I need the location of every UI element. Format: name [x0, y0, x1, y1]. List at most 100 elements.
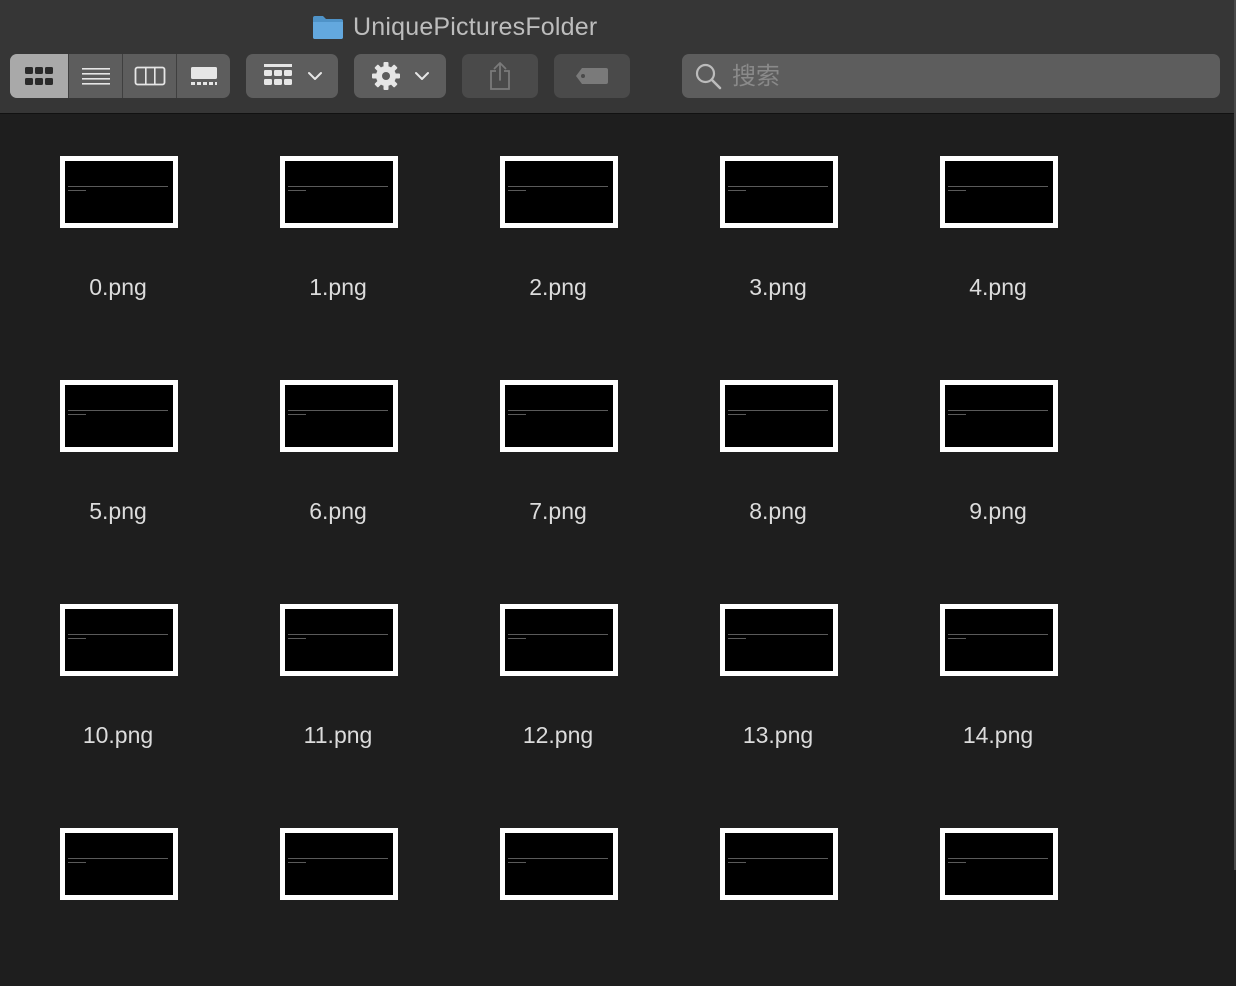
- thumbnail-text-line: [948, 410, 1048, 411]
- file-item[interactable]: 8.png: [660, 338, 880, 538]
- file-item[interactable]: 4.png: [880, 114, 1100, 314]
- file-item[interactable]: 3.png: [660, 114, 880, 314]
- thumbnail-text-line: [948, 186, 1048, 187]
- thumbnail-text-line: [728, 186, 828, 187]
- thumbnail-text-line: [948, 638, 966, 639]
- file-name: 9.png: [969, 498, 1027, 524]
- file-thumbnail[interactable]: [940, 604, 1058, 676]
- thumbnail-text-line: [728, 638, 746, 639]
- file-thumbnail[interactable]: [720, 604, 838, 676]
- file-item[interactable]: [0, 786, 220, 986]
- file-item[interactable]: 12.png: [440, 562, 660, 762]
- gallery-view-button[interactable]: [176, 54, 230, 98]
- thumbnail-text-line: [508, 190, 526, 191]
- file-thumbnail[interactable]: [940, 828, 1058, 900]
- file-name: 2.png: [529, 274, 587, 300]
- view-mode-control: [10, 54, 230, 98]
- gear-icon: [372, 62, 400, 90]
- column-view-button[interactable]: [122, 54, 176, 98]
- search-input[interactable]: [730, 61, 1204, 91]
- gallery-icon: [190, 67, 217, 85]
- file-thumbnail[interactable]: [60, 156, 178, 228]
- file-thumbnail[interactable]: [280, 380, 398, 452]
- thumbnail-preview: [65, 385, 173, 447]
- thumbnail-text-line: [68, 858, 168, 859]
- file-item[interactable]: 6.png: [220, 338, 440, 538]
- list-icon: [81, 68, 110, 85]
- file-name: 3.png: [749, 274, 807, 300]
- file-item[interactable]: 10.png: [0, 562, 220, 762]
- file-item[interactable]: 2.png: [440, 114, 660, 314]
- file-thumbnail[interactable]: [60, 380, 178, 452]
- tag-button[interactable]: [554, 54, 630, 98]
- group-by-button[interactable]: [246, 54, 338, 98]
- thumbnail-preview: [65, 833, 173, 895]
- thumbnail-text-line: [948, 414, 966, 415]
- file-thumbnail[interactable]: [720, 156, 838, 228]
- icon-view-button[interactable]: [10, 54, 68, 98]
- file-item[interactable]: 0.png: [0, 114, 220, 314]
- window-title-text: UniquePicturesFolder: [353, 12, 598, 41]
- list-view-button[interactable]: [68, 54, 122, 98]
- file-thumbnail[interactable]: [720, 380, 838, 452]
- file-thumbnail[interactable]: [280, 828, 398, 900]
- file-thumbnail[interactable]: [500, 380, 618, 452]
- file-name: 10.png: [82, 722, 154, 748]
- file-item[interactable]: 11.png: [220, 562, 440, 762]
- file-item[interactable]: [220, 786, 440, 986]
- thumbnail-preview: [725, 385, 833, 447]
- thumbnail-text-line: [728, 862, 746, 863]
- search-field[interactable]: [682, 54, 1220, 98]
- file-item[interactable]: 7.png: [440, 338, 660, 538]
- thumbnail-text-line: [68, 634, 168, 635]
- file-name: 8.png: [749, 498, 807, 524]
- thumbnail-text-line: [288, 414, 306, 415]
- file-thumbnail[interactable]: [500, 828, 618, 900]
- file-thumbnail[interactable]: [60, 604, 178, 676]
- action-menu-button[interactable]: [354, 54, 446, 98]
- file-name: 7.png: [529, 498, 587, 524]
- file-item[interactable]: 1.png: [220, 114, 440, 314]
- folder-icon: [313, 16, 343, 39]
- columns-icon: [134, 66, 165, 86]
- file-name: 1.png: [309, 274, 367, 300]
- thumbnail-preview: [945, 385, 1053, 447]
- file-thumbnail[interactable]: [280, 604, 398, 676]
- file-thumbnail[interactable]: [940, 156, 1058, 228]
- thumbnail-text-line: [288, 186, 388, 187]
- file-name: 14.png: [962, 722, 1034, 748]
- share-icon: [490, 62, 510, 90]
- thumbnail-text-line: [68, 414, 86, 415]
- thumbnail-preview: [505, 385, 613, 447]
- file-item[interactable]: 5.png: [0, 338, 220, 538]
- thumbnail-text-line: [508, 858, 608, 859]
- file-thumbnail[interactable]: [60, 828, 178, 900]
- window-title: UniquePicturesFolder: [312, 12, 597, 42]
- thumbnail-text-line: [728, 414, 746, 415]
- share-button[interactable]: [462, 54, 538, 98]
- file-thumbnail[interactable]: [500, 604, 618, 676]
- thumbnail-preview: [505, 161, 613, 223]
- thumbnail-preview: [285, 161, 393, 223]
- file-item[interactable]: 14.png: [880, 562, 1100, 762]
- file-thumbnail[interactable]: [720, 828, 838, 900]
- thumbnail-text-line: [948, 862, 966, 863]
- search-icon: [695, 63, 722, 90]
- file-item[interactable]: 13.png: [660, 562, 880, 762]
- thumbnail-text-line: [288, 190, 306, 191]
- file-thumbnail[interactable]: [280, 156, 398, 228]
- file-name: 4.png: [969, 274, 1027, 300]
- thumbnail-text-line: [948, 858, 1048, 859]
- file-thumbnail[interactable]: [500, 156, 618, 228]
- thumbnail-text-line: [288, 410, 388, 411]
- thumbnail-preview: [285, 385, 393, 447]
- thumbnail-text-line: [288, 862, 306, 863]
- file-item[interactable]: 9.png: [880, 338, 1100, 538]
- file-item[interactable]: [440, 786, 660, 986]
- thumbnail-text-line: [728, 858, 828, 859]
- thumbnail-text-line: [508, 634, 608, 635]
- file-thumbnail[interactable]: [940, 380, 1058, 452]
- thumbnail-text-line: [508, 638, 526, 639]
- file-item[interactable]: [660, 786, 880, 986]
- file-item[interactable]: [880, 786, 1100, 986]
